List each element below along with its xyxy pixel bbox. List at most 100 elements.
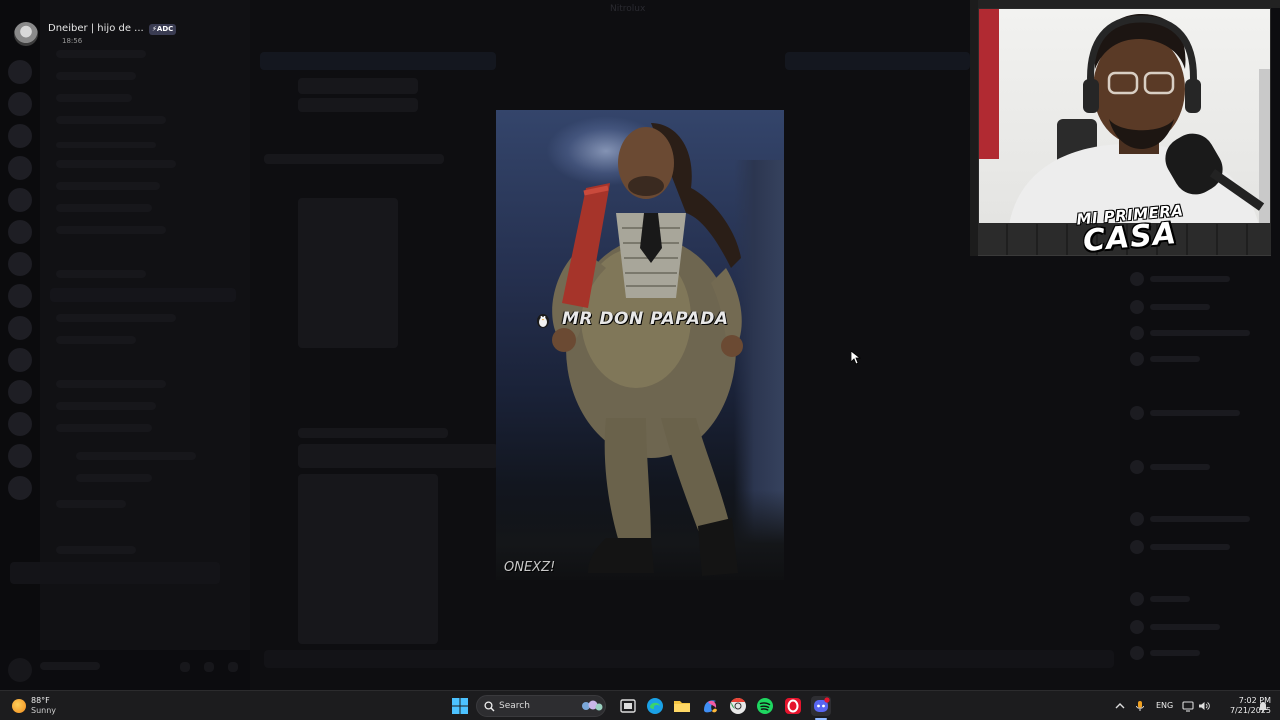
chat-message bbox=[298, 428, 448, 438]
server-icon[interactable] bbox=[8, 284, 32, 308]
voice-user[interactable] bbox=[76, 474, 152, 482]
settings-icon[interactable] bbox=[228, 662, 238, 672]
webcam-feed bbox=[978, 8, 1271, 224]
voice-channel[interactable] bbox=[56, 424, 152, 432]
edge-icon[interactable] bbox=[645, 696, 665, 716]
user-name: Dneiber | hijo de ... bbox=[48, 23, 144, 34]
taskbar: 88°F Sunny Search ENG 7:02 PM 7/21/2025 bbox=[0, 690, 1280, 720]
server-icon[interactable] bbox=[8, 412, 32, 436]
avatar[interactable] bbox=[14, 22, 38, 46]
start-icon[interactable] bbox=[450, 696, 470, 716]
channel-item[interactable] bbox=[56, 72, 136, 80]
avatar[interactable] bbox=[8, 658, 32, 682]
network-icon[interactable] bbox=[1182, 700, 1194, 712]
channel-item[interactable] bbox=[56, 182, 160, 190]
member-item[interactable] bbox=[1130, 272, 1260, 286]
message-input[interactable] bbox=[264, 650, 1114, 668]
server-icon[interactable] bbox=[8, 188, 32, 212]
language-indicator[interactable]: ENG bbox=[1156, 701, 1173, 710]
weather-description: Sunny bbox=[31, 706, 57, 715]
server-icon[interactable] bbox=[8, 380, 32, 404]
member-item[interactable] bbox=[1130, 620, 1260, 634]
server-icon[interactable] bbox=[8, 444, 32, 468]
overlay-caption: MR DON PAPADA bbox=[562, 309, 729, 329]
server-icon[interactable] bbox=[8, 92, 32, 116]
server-icon[interactable] bbox=[8, 124, 32, 148]
channel-item[interactable] bbox=[56, 160, 176, 168]
chat-banner bbox=[785, 52, 970, 70]
channel-item[interactable] bbox=[56, 500, 126, 508]
channel-item[interactable] bbox=[56, 402, 156, 410]
channel-item[interactable] bbox=[56, 116, 166, 124]
voice-connected-panel bbox=[10, 562, 220, 584]
watermark: ONEXZ! bbox=[504, 560, 556, 575]
channel-item[interactable] bbox=[56, 546, 136, 554]
spotify-icon[interactable] bbox=[755, 696, 775, 716]
search-label: Search bbox=[499, 701, 530, 711]
folder-icon[interactable] bbox=[672, 696, 692, 716]
webcam-frame bbox=[970, 0, 978, 256]
member-item[interactable] bbox=[1130, 326, 1260, 340]
channel-item[interactable] bbox=[56, 226, 166, 234]
channel-item[interactable] bbox=[56, 270, 146, 278]
microphone-icon[interactable] bbox=[1134, 700, 1146, 712]
voice-user[interactable] bbox=[76, 452, 196, 460]
member-item[interactable] bbox=[1130, 460, 1260, 474]
category-header[interactable] bbox=[56, 142, 156, 148]
streamer-figure bbox=[979, 9, 1270, 223]
channel-item[interactable] bbox=[56, 204, 152, 212]
server-icon[interactable] bbox=[8, 252, 32, 276]
server-icon[interactable] bbox=[8, 60, 32, 84]
server-icon[interactable] bbox=[8, 156, 32, 180]
mic-icon[interactable] bbox=[180, 662, 190, 672]
discord-icon[interactable] bbox=[811, 696, 831, 716]
server-rail bbox=[0, 0, 40, 690]
user-card[interactable]: Dneiber | hijo de ... ⚡ADC 18:56 bbox=[14, 20, 184, 48]
sun-icon bbox=[12, 699, 26, 713]
opera-icon[interactable] bbox=[783, 696, 803, 716]
member-item[interactable] bbox=[1130, 540, 1260, 554]
channel-sidebar bbox=[10, 0, 250, 690]
brand-logo: MI PRIMERA CASA bbox=[1060, 201, 1200, 270]
chat-banner bbox=[260, 52, 496, 70]
member-item[interactable] bbox=[1130, 300, 1260, 314]
chevron-up-icon[interactable] bbox=[1114, 700, 1126, 712]
image-preview[interactable]: MR DON PAPADA ONEXZ! bbox=[496, 110, 784, 580]
server-icon[interactable] bbox=[8, 476, 32, 500]
channel-item[interactable] bbox=[56, 50, 146, 58]
mouse-cursor-icon bbox=[851, 351, 861, 365]
member-item[interactable] bbox=[1130, 512, 1260, 526]
channel-item[interactable] bbox=[56, 314, 176, 322]
headset-icon[interactable] bbox=[204, 662, 214, 672]
server-icon[interactable] bbox=[8, 348, 32, 372]
chat-embed bbox=[298, 444, 498, 468]
user-panel bbox=[0, 650, 250, 690]
server-icon[interactable] bbox=[8, 220, 32, 244]
chat-attachment[interactable] bbox=[298, 198, 398, 348]
chat-embed bbox=[298, 78, 418, 94]
window-title: Nitrolux bbox=[610, 4, 646, 14]
chat-attachment[interactable] bbox=[298, 474, 438, 644]
screen: Nitrolux Dneiber | hijo de ... ⚡ADC 18:5… bbox=[0, 0, 1280, 720]
search-input[interactable]: Search bbox=[476, 695, 606, 717]
channel-item[interactable] bbox=[56, 380, 166, 388]
chrome-icon[interactable] bbox=[728, 696, 748, 716]
channel-item[interactable] bbox=[56, 336, 136, 344]
member-item[interactable] bbox=[1130, 352, 1260, 366]
channel-item-selected[interactable] bbox=[50, 288, 236, 302]
user-panel-name bbox=[40, 662, 100, 670]
server-icon[interactable] bbox=[8, 316, 32, 340]
member-item[interactable] bbox=[1130, 406, 1260, 420]
system-tray: ENG 7:02 PM 7/21/2025 bbox=[1112, 691, 1280, 720]
server-tag-badge: ⚡ADC bbox=[149, 24, 177, 35]
member-item[interactable] bbox=[1130, 646, 1260, 660]
microsoft-365-icon[interactable] bbox=[700, 696, 720, 716]
weather-widget[interactable]: 88°F Sunny bbox=[12, 695, 82, 717]
member-item[interactable] bbox=[1130, 592, 1260, 606]
task-view-icon[interactable] bbox=[618, 696, 638, 716]
notification-bell-icon[interactable] bbox=[1257, 700, 1269, 712]
channel-item[interactable] bbox=[56, 94, 132, 102]
volume-icon[interactable] bbox=[1198, 700, 1210, 712]
character-figure bbox=[552, 123, 743, 576]
chat-message bbox=[264, 154, 444, 164]
